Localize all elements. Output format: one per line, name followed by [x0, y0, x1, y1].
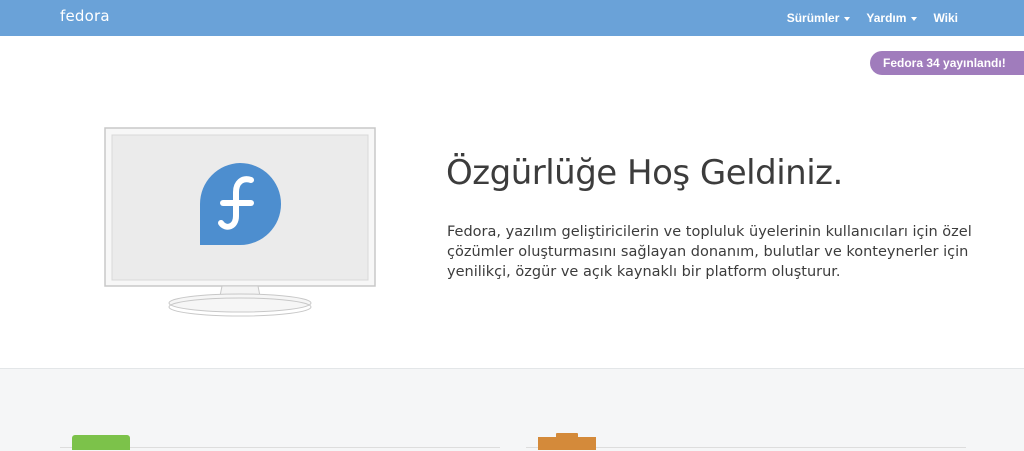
hero-description: Fedora, yazılım geliştiricilerin ve topl…: [447, 224, 972, 280]
release-announcement-badge[interactable]: Fedora 34 yayınlandı!: [870, 51, 1024, 75]
hero-title: Özgürlüğe Hoş Geldiniz.: [446, 153, 843, 193]
nav-item-help-label: Yardım: [866, 11, 907, 25]
monitor-graphic: [104, 127, 376, 317]
chevron-down-icon: [844, 16, 851, 21]
fedora-logo[interactable]: fedora: [60, 7, 110, 25]
nav-item-wiki-label: Wiki: [933, 11, 958, 25]
nav-menu: Sürümler Yardım Wiki: [787, 0, 958, 36]
monitor-illustration: [100, 124, 382, 324]
fedora-logo-icon: [200, 163, 282, 246]
server-icon[interactable]: [538, 437, 596, 450]
nav-item-wiki[interactable]: Wiki: [933, 11, 958, 25]
chevron-down-icon: [911, 16, 918, 21]
nav-item-releases[interactable]: Sürümler: [787, 11, 851, 25]
nav-item-help[interactable]: Yardım: [866, 11, 918, 25]
top-navbar: fedora Sürümler Yardım Wiki: [0, 0, 1024, 36]
editions-section: [0, 368, 1024, 451]
workstation-icon[interactable]: [72, 435, 130, 450]
nav-item-releases-label: Sürümler: [786, 11, 840, 25]
